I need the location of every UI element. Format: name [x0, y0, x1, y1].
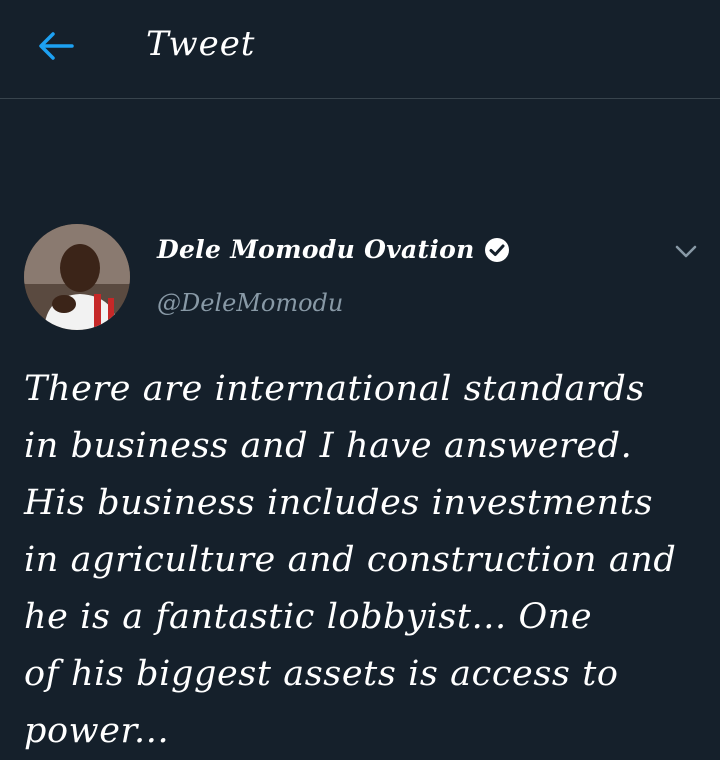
author-line[interactable]: Dele Momodu Ovation: [157, 235, 511, 264]
author-handle[interactable]: @DeleMomodu: [157, 289, 343, 317]
avatar-image: [24, 224, 130, 330]
tweet-text-line: he is a fantastic lobbyist... One: [24, 597, 593, 637]
page-title: Tweet: [146, 24, 256, 64]
author-name[interactable]: Dele Momodu Ovation: [157, 235, 475, 264]
arrow-left-icon: [39, 32, 74, 60]
tweet-text-line: There are international standards: [24, 369, 645, 409]
verified-badge-icon: [483, 236, 511, 264]
tweet-text-line: in agriculture and construction and: [24, 540, 677, 580]
tweet-text-line: power...: [24, 711, 170, 751]
back-button[interactable]: [34, 26, 78, 66]
tweet-menu-button[interactable]: [668, 237, 704, 267]
tweet-text-line: His business includes investments: [24, 483, 654, 523]
chevron-down-icon: [675, 245, 697, 258]
avatar[interactable]: [24, 224, 130, 330]
tweet-text: There are international standards in bus…: [24, 361, 704, 760]
top-bar: Tweet: [0, 0, 720, 99]
tweet-text-line: in business and I have answered.: [24, 426, 633, 466]
